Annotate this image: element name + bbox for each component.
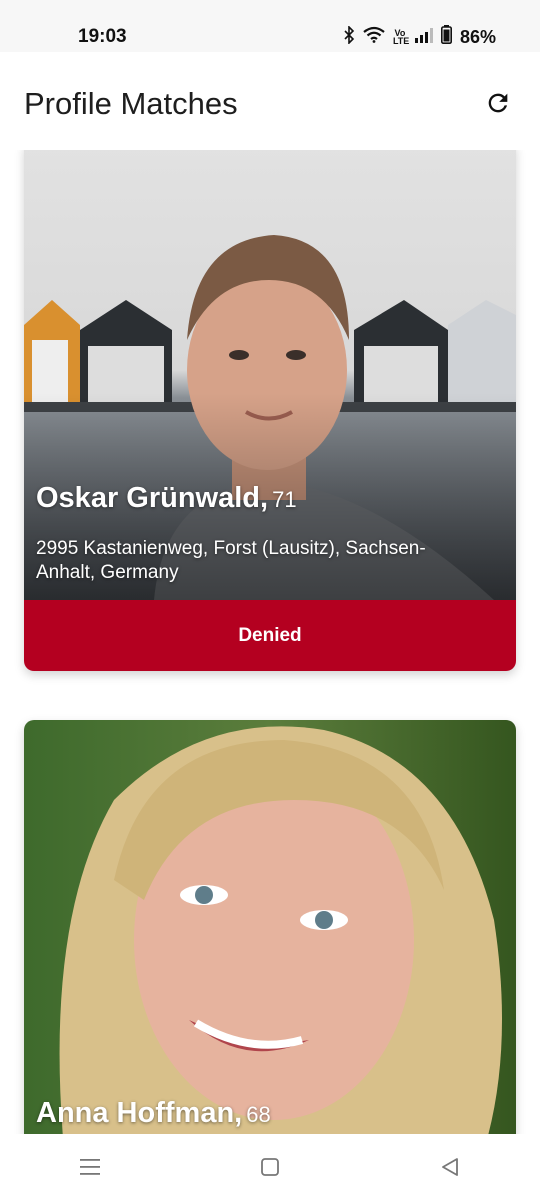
system-nav-bar [0, 1134, 540, 1200]
status-icons: Vo LTE 86% [343, 24, 496, 49]
menu-icon [80, 1159, 100, 1175]
home-icon [261, 1158, 279, 1176]
refresh-icon [488, 93, 508, 113]
profile-card[interactable]: Oskar Grünwald, 71 2995 Kastanienweg, For… [24, 150, 516, 671]
wifi-icon [363, 26, 385, 48]
profile-address: 2995 Kastanienweg, Forst (Lausitz), Sach… [36, 538, 426, 583]
profile-photo [24, 150, 516, 600]
profile-name-row: Anna Hoffman, 68 [36, 1097, 271, 1130]
profile-photo [24, 720, 516, 1134]
profile-age: 68 [246, 1102, 271, 1127]
back-button[interactable] [420, 1137, 480, 1197]
status-bar: 19:03 Vo LTE 86% [0, 0, 540, 52]
back-icon [442, 1158, 458, 1176]
home-button[interactable] [240, 1137, 300, 1197]
volte-icon: Vo LTE [392, 28, 410, 46]
profile-card[interactable]: Anna Hoffman, 68 [24, 720, 516, 1134]
bluetooth-icon [343, 24, 355, 49]
profile-name-row: Oskar Grünwald, 71 [36, 482, 297, 515]
profile-age: 71 [272, 487, 297, 512]
profile-name: Anna Hoffman, [36, 1097, 243, 1129]
app-bar: Profile Matches [0, 52, 540, 152]
battery-percent: 86% [459, 26, 496, 47]
profile-list[interactable]: Oskar Grünwald, 71 2995 Kastanienweg, For… [0, 150, 540, 1134]
recents-button[interactable] [60, 1137, 120, 1197]
signal-icon [414, 27, 433, 48]
page-title: Profile Matches [24, 86, 238, 121]
status-time: 19:03 [78, 26, 127, 47]
battery-icon [440, 25, 452, 49]
profile-name: Oskar Grünwald, [36, 482, 269, 514]
status-denied-button[interactable]: Denied [24, 600, 516, 671]
refresh-button[interactable] [482, 87, 514, 119]
